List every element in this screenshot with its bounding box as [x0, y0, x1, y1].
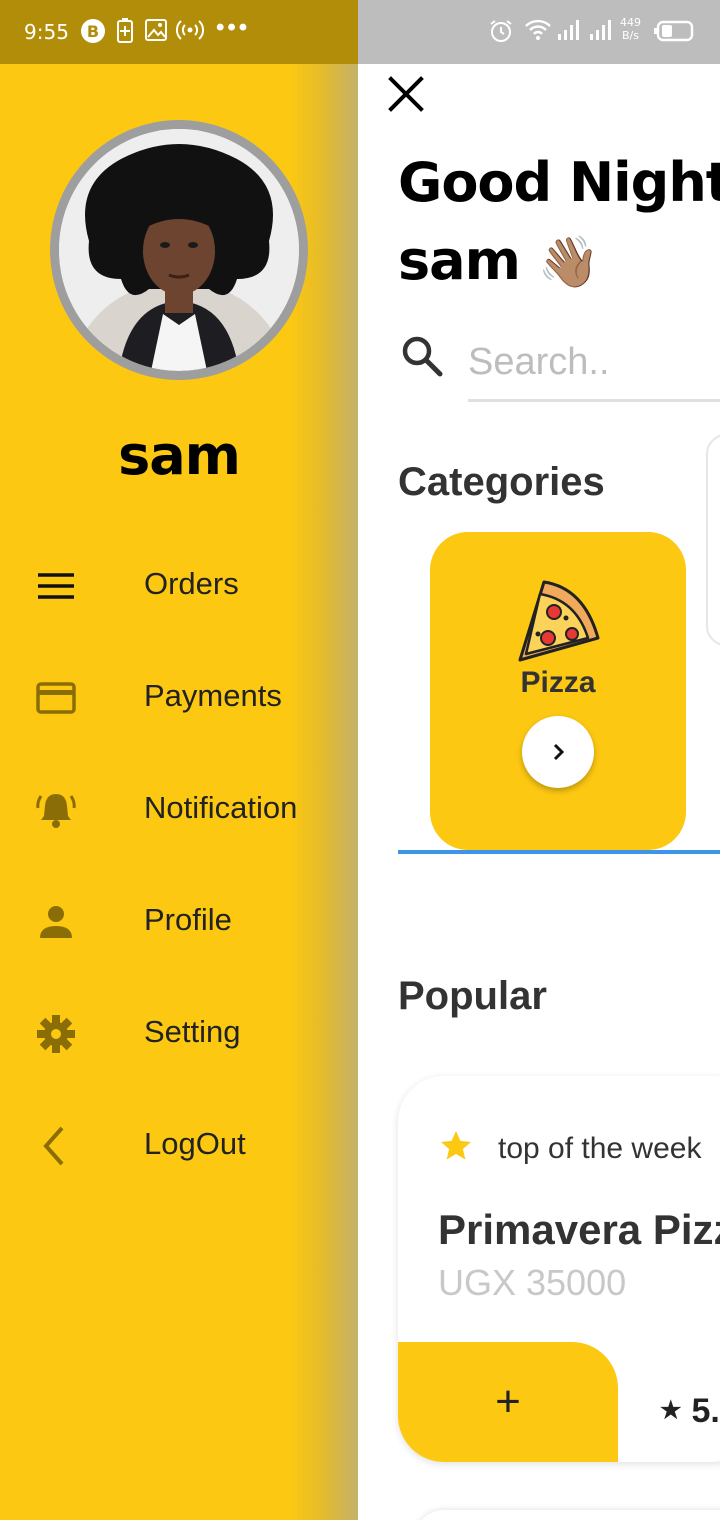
- popular-item-price: UGX 35000: [438, 1262, 627, 1303]
- popular-item-tag: top of the week: [498, 1132, 702, 1165]
- menu-lines-icon: [38, 573, 74, 599]
- hotspot-icon: [176, 20, 204, 40]
- drawer-item-logout[interactable]: LogOut: [0, 1106, 358, 1186]
- drawer-item-label: Notification: [144, 790, 298, 825]
- bitcoin-app-icon: B: [81, 19, 105, 43]
- svg-text:B: B: [87, 22, 99, 41]
- gear-icon: [37, 1015, 75, 1053]
- drawer-item-label: Profile: [144, 902, 232, 937]
- drawer-item-orders[interactable]: Orders: [0, 546, 358, 626]
- popular-item-card[interactable]: top of the week Primavera Pizza UGX 3500…: [398, 1076, 720, 1462]
- close-drawer-icon[interactable]: [386, 74, 426, 114]
- drawer-item-label: LogOut: [144, 1126, 246, 1161]
- battery-icon: [654, 20, 694, 42]
- person-icon: [40, 906, 72, 938]
- add-to-cart-button[interactable]: +: [398, 1342, 618, 1462]
- avatar-ring: [50, 120, 308, 380]
- network-speed-value: 449: [620, 16, 641, 29]
- alarm-icon: [490, 20, 512, 42]
- rating-value: 5.0: [691, 1392, 720, 1430]
- drawer-username: sam: [118, 424, 241, 487]
- greeting-line1: Good Night: [398, 151, 720, 214]
- network-speed: 449 B/s: [620, 16, 641, 42]
- drawer-item-notification[interactable]: Notification: [0, 770, 358, 850]
- popular-item-card-next[interactable]: [414, 1510, 720, 1520]
- avatar[interactable]: [59, 129, 299, 371]
- drawer-item-label: Orders: [144, 566, 239, 601]
- side-drawer: sam Orders Payments Notification Profile…: [0, 64, 358, 1520]
- category-open-button[interactable]: [522, 716, 594, 788]
- greeting-title: Good Night sam 👋🏽: [398, 144, 720, 301]
- drawer-item-payments[interactable]: Payments: [0, 658, 358, 738]
- popular-title: Popular: [398, 974, 547, 1018]
- chevron-left-icon: [43, 1126, 64, 1166]
- home-content: Good Night sam 👋🏽 Categories Pizza: [358, 64, 720, 1520]
- popular-item-name: Primavera Pizza: [438, 1206, 720, 1253]
- category-card-next[interactable]: [706, 434, 720, 646]
- status-bar-right: 449 B/s: [358, 0, 720, 64]
- pizza-icon: [518, 580, 600, 662]
- status-time: 9:55: [24, 20, 69, 44]
- category-card-pizza[interactable]: Pizza: [430, 532, 686, 850]
- more-notifications-icon: •••: [216, 14, 251, 41]
- bell-ringing-icon: [36, 794, 76, 828]
- avatar-photo: [59, 129, 299, 371]
- wifi-icon: [525, 19, 551, 40]
- drawer-item-label: Payments: [144, 678, 282, 713]
- battery-charging-icon: [117, 18, 133, 43]
- network-speed-unit: B/s: [622, 29, 639, 42]
- popular-item-rating: ★ 5.0: [660, 1392, 720, 1431]
- drawer-item-profile[interactable]: Profile: [0, 882, 358, 962]
- status-bar-left: 9:55 B •••: [0, 0, 358, 64]
- image-icon: [145, 19, 167, 41]
- category-scroll-indicator: [398, 850, 720, 854]
- app-screen: 9:55 B ••• 449 B/s Good Night sam 👋🏽 Sea…: [0, 0, 720, 1520]
- search-input[interactable]: [468, 326, 720, 402]
- chevron-right-icon: [553, 743, 565, 761]
- category-label: Pizza: [520, 666, 596, 699]
- star-icon: [441, 1131, 471, 1160]
- categories-title: Categories: [398, 460, 605, 504]
- signal-icon-2: [590, 20, 611, 40]
- signal-icon-1: [558, 20, 579, 40]
- rating-star-icon: ★: [660, 1397, 682, 1424]
- waving-hand-icon: 👋🏽: [537, 233, 600, 291]
- credit-card-icon: [36, 682, 76, 714]
- greeting-username: sam: [398, 229, 521, 292]
- drawer-item-label: Setting: [144, 1014, 241, 1049]
- search-icon: [402, 336, 443, 377]
- greeting-line2: sam 👋🏽: [398, 222, 720, 301]
- drawer-item-setting[interactable]: Setting: [0, 994, 358, 1074]
